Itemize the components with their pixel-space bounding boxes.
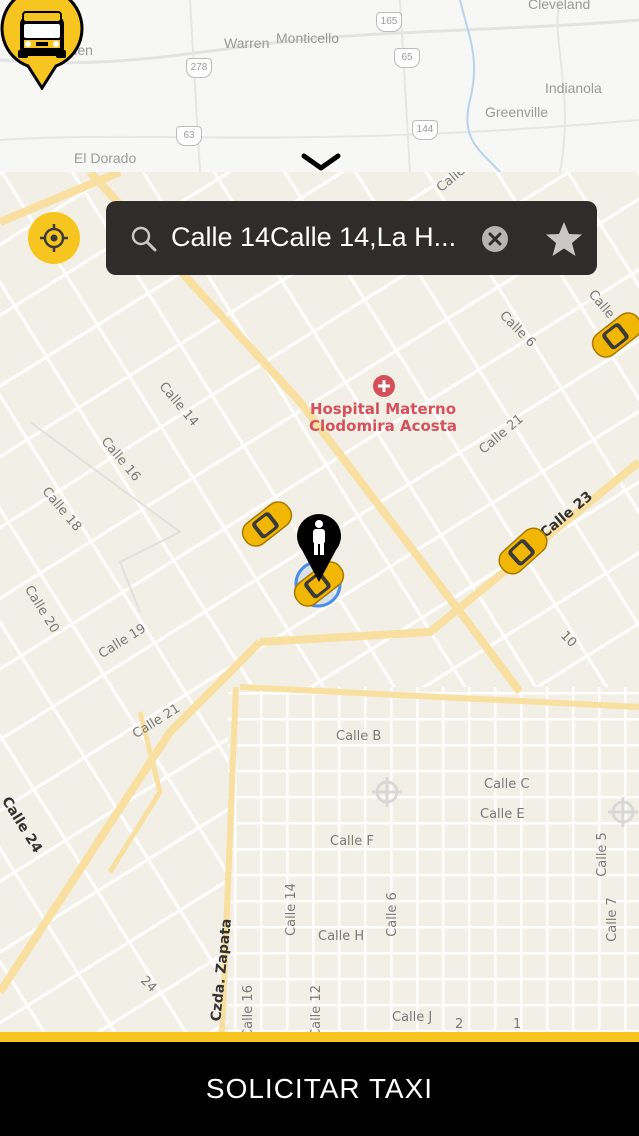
street-label: Calle J — [392, 1010, 433, 1025]
street-label: Calle E — [480, 807, 525, 822]
map-target-icon — [608, 797, 638, 827]
street-label: Calle 14 — [283, 883, 299, 936]
street-label: Calle F — [330, 834, 374, 849]
street-label: Calle B — [336, 729, 382, 744]
street-label: Calle C — [484, 777, 530, 792]
search-icon — [131, 226, 157, 252]
highway-shield-63: 63 — [176, 126, 202, 146]
poi-hospital-label[interactable]: Hospital Materno Clodomira Acosta — [300, 401, 466, 435]
search-input[interactable]: Calle 14Calle 14,La H... — [171, 217, 471, 257]
street-label: 2 — [455, 1017, 464, 1032]
highway-shield-278: 278 — [186, 58, 212, 78]
street-label: Calle 7 — [604, 897, 620, 942]
overview-map[interactable]: Camden Warren Monticello Cleveland India… — [0, 0, 639, 172]
street-label: Calle 16 — [240, 985, 256, 1032]
app-screen: Camden Warren Monticello Cleveland India… — [0, 0, 639, 1136]
clear-icon[interactable] — [480, 224, 510, 254]
poi-hospital-name-line2: Clodomira Acosta — [308, 417, 458, 435]
street-label: Calle 12 — [308, 985, 324, 1032]
user-location-pin-icon[interactable] — [294, 510, 344, 584]
map-label-indianola: Indianola — [545, 80, 602, 96]
map-target-icon — [372, 777, 402, 807]
poi-hospital-name-line1: Hospital Materno — [309, 400, 457, 418]
accent-stripe — [0, 1032, 639, 1042]
street-label: Calle 6 — [384, 892, 400, 937]
overview-map-roads — [0, 0, 639, 172]
map-label-warren: Warren — [224, 35, 270, 51]
map-label-cleveland: Cleveland — [528, 0, 591, 12]
map-label-el-dorado: El Dorado — [74, 150, 137, 166]
search-bar[interactable]: Calle 14Calle 14,La H... — [106, 201, 597, 275]
highway-shield-144: 144 — [412, 120, 438, 140]
street-label: 1 — [513, 1017, 522, 1032]
my-location-button[interactable] — [28, 212, 80, 264]
taxi-logo-pin-icon — [0, 0, 84, 90]
highway-shield-65: 65 — [394, 48, 420, 68]
main-map[interactable]: Hospital Materno Clodomira Acosta Calle … — [0, 172, 639, 1032]
highway-shield-165: 165 — [376, 12, 402, 32]
map-label-greenville: Greenville — [485, 104, 549, 120]
map-label-monticello: Monticello — [276, 30, 340, 46]
hospital-icon[interactable] — [372, 374, 396, 398]
star-icon[interactable] — [544, 219, 584, 259]
crosshair-icon — [40, 224, 68, 252]
street-label: Calle H — [318, 929, 365, 944]
chevron-down-icon[interactable] — [300, 150, 342, 174]
street-label: Calle 5 — [594, 832, 610, 877]
request-taxi-button[interactable]: SOLICITAR TAXI — [0, 1042, 639, 1136]
